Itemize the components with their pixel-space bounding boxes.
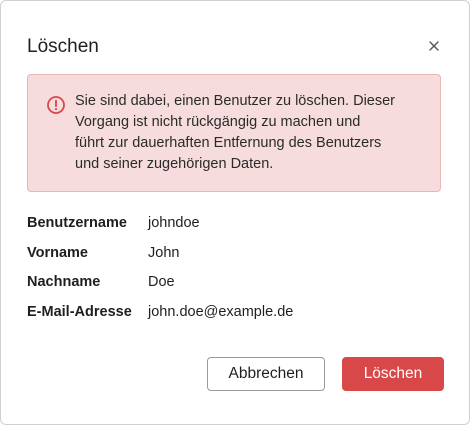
detail-label: E-Mail-Adresse: [27, 304, 132, 320]
delete-button[interactable]: Löschen: [342, 357, 444, 391]
close-icon[interactable]: [425, 37, 443, 55]
detail-value: John: [148, 245, 180, 261]
detail-row-firstname: Vorname John: [27, 242, 427, 264]
detail-value: Doe: [148, 274, 175, 290]
cancel-button[interactable]: Abbrechen: [207, 357, 325, 391]
alert-message: Sie sind dabei, einen Benutzer zu lösche…: [75, 91, 430, 175]
detail-label: Vorname: [27, 245, 88, 261]
detail-row-lastname: Nachname Doe: [27, 271, 427, 293]
detail-label: Benutzername: [27, 215, 127, 231]
detail-row-email: E-Mail-Adresse john.doe@example.de: [27, 301, 427, 323]
alert-message-line: und seiner zugehörigen Daten.: [75, 156, 274, 172]
detail-value: johndoe: [148, 215, 200, 231]
detail-row-username: Benutzername johndoe: [27, 212, 427, 234]
delete-user-dialog: Löschen Sie sind dabei, einen Benutzer z…: [0, 0, 470, 425]
error-circle-icon: [47, 96, 65, 114]
warning-alert: Sie sind dabei, einen Benutzer zu lösche…: [27, 74, 441, 192]
detail-label: Nachname: [27, 274, 101, 290]
detail-value: john.doe@example.de: [148, 304, 294, 320]
alert-message-line: Vorgang ist nicht rückgängig zu machen u…: [75, 114, 361, 130]
dialog-title: Löschen: [27, 36, 99, 57]
alert-message-line: führt zur dauerhaften Entfernung des Ben…: [75, 135, 382, 151]
alert-message-line: Sie sind dabei, einen Benutzer zu lösche…: [75, 93, 395, 109]
